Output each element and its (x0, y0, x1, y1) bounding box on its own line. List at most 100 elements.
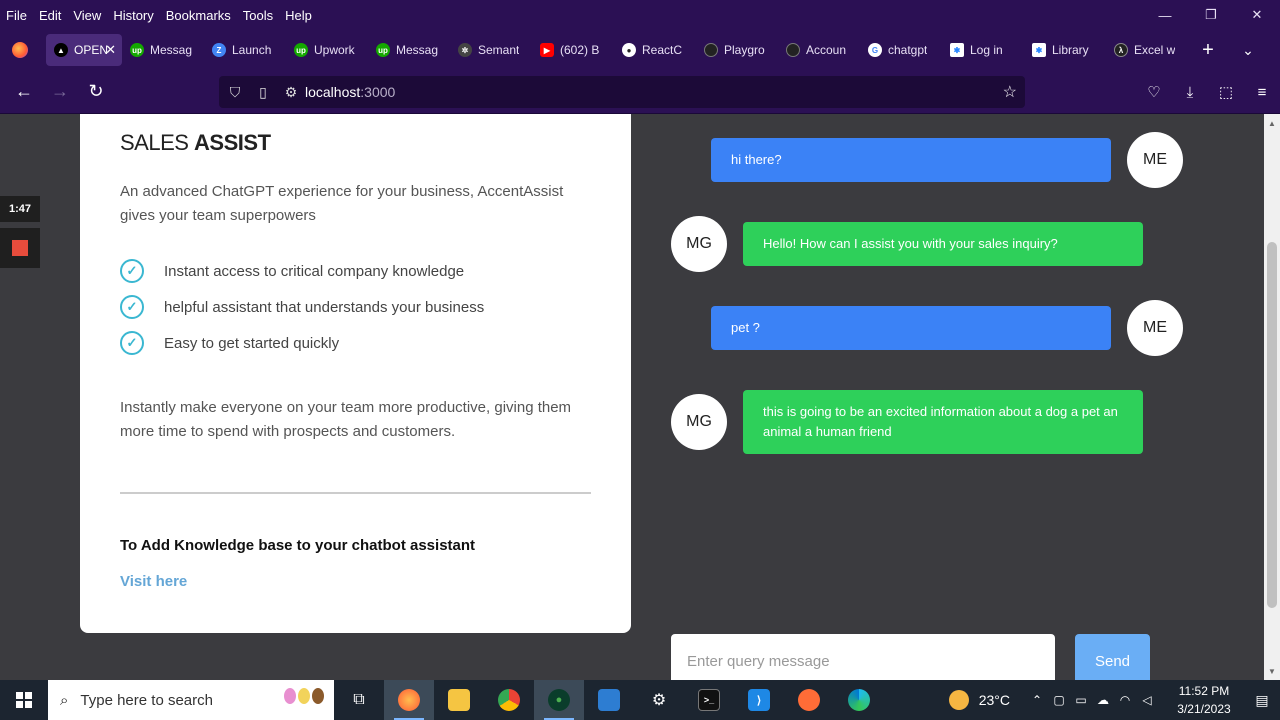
tab-label: Launch (232, 43, 272, 57)
forward-button[interactable]: → (42, 74, 78, 110)
tab-youtube[interactable]: ▶ (602) B (532, 34, 614, 66)
page-content: SALES ASSIST An advanced ChatGPT experie… (0, 114, 1264, 680)
tab-label: Library (1052, 43, 1089, 57)
chat-message-bot: this is going to be an excited informati… (743, 390, 1143, 454)
lambda-icon: λ (1114, 43, 1128, 57)
query-message-input[interactable] (671, 634, 1055, 680)
chat-message-bot: Hello! How can I assist you with your sa… (743, 222, 1143, 266)
zapier-icon: Z (212, 43, 226, 57)
volume-icon[interactable]: ◁ (1136, 693, 1158, 707)
settings-icon[interactable]: ⚙ (634, 680, 684, 720)
extensions-icon[interactable]: ⬚ (1208, 74, 1244, 110)
menu-file[interactable]: File (0, 8, 33, 23)
tab-label: Messag (150, 43, 193, 57)
taskbar-search[interactable]: ⌕ Type here to search (48, 680, 334, 720)
photos-icon[interactable] (584, 680, 634, 720)
tab-upwork[interactable]: up Upwork (286, 34, 368, 66)
firefox-taskbar-icon[interactable] (384, 680, 434, 720)
tab-reactc[interactable]: ● ReactC (614, 34, 696, 66)
wifi-icon[interactable]: ◠ (1114, 693, 1136, 707)
page-title: SALES ASSIST (120, 130, 271, 156)
mongodb-compass-icon[interactable]: ● (534, 680, 584, 720)
tab-semantic[interactable]: ✲ Semant (450, 34, 532, 66)
divider (120, 492, 591, 494)
battery-icon[interactable]: ▭ (1070, 693, 1092, 707)
feature-item: ✓ Instant access to critical company kno… (120, 259, 464, 283)
back-button[interactable]: ← (6, 74, 42, 110)
card-description-2: Instantly make everyone on your team mor… (120, 399, 572, 440)
tab-playground[interactable]: Playgro (696, 34, 778, 66)
start-button[interactable] (0, 680, 48, 720)
title-light: SALES (120, 130, 195, 155)
tab-excel[interactable]: λ Excel w (1106, 34, 1188, 66)
tab-label: Playgro (724, 43, 765, 57)
menu-help[interactable]: Help (279, 8, 318, 23)
notifications-icon[interactable]: ▤ (1244, 680, 1280, 720)
page-icon[interactable]: ▯ (249, 84, 277, 101)
shield-icon[interactable]: ⛉ (221, 84, 249, 101)
clock[interactable]: 11:52 PM 3/21/2023 (1164, 682, 1244, 718)
menu-history[interactable]: History (107, 8, 159, 23)
tab-chatgpt[interactable]: G chatgpt (860, 34, 942, 66)
menu-tools[interactable]: Tools (237, 8, 279, 23)
edge-icon[interactable] (834, 680, 884, 720)
recording-timer: 1:47 (0, 196, 40, 222)
tab-messages-2[interactable]: up Messag (368, 34, 450, 66)
check-circle-icon: ✓ (120, 259, 144, 283)
onedrive-icon[interactable]: ☁ (1092, 693, 1114, 707)
menu-view[interactable]: View (67, 8, 107, 23)
knowledge-base-title: To Add Knowledge base to your chatbot as… (120, 537, 476, 554)
youtube-icon: ▶ (540, 43, 554, 57)
feature-item: ✓ Easy to get started quickly (120, 331, 339, 355)
openai-icon (704, 43, 718, 57)
send-button[interactable]: Send (1075, 634, 1150, 680)
url-bar[interactable]: ⛉ ▯ ⚙ localhost:3000 ☆ (219, 76, 1025, 108)
weather-widget[interactable]: 23°C (948, 690, 1010, 710)
tab-messages-1[interactable]: up Messag (122, 34, 204, 66)
new-tab-button[interactable]: + (1188, 30, 1228, 70)
tab-label: (602) B (560, 43, 600, 57)
menu-bookmarks[interactable]: Bookmarks (160, 8, 237, 23)
search-icon: ⌕ (60, 691, 69, 709)
toolbar-right: ♡ ⤓ ⬚ ≡ (1136, 70, 1280, 114)
navigation-bar: ← → ↻ ⛉ ▯ ⚙ localhost:3000 ☆ ♡ ⤓ ⬚ ≡ (0, 70, 1280, 114)
reload-button[interactable]: ↻ (78, 74, 114, 110)
list-all-tabs-icon[interactable]: ⌄ (1228, 30, 1268, 70)
visit-here-link[interactable]: Visit here (120, 573, 187, 590)
bookmark-star-icon[interactable]: ☆ (1003, 82, 1017, 102)
menu-edit[interactable]: Edit (33, 8, 67, 23)
downloads-icon[interactable]: ⤓ (1172, 74, 1208, 110)
confluence-icon: ✱ (1032, 43, 1046, 57)
scroll-down-icon[interactable]: ▼ (1264, 664, 1280, 678)
menu-items: File Edit View History Bookmarks Tools H… (0, 8, 318, 23)
pocket-icon[interactable]: ♡ (1136, 74, 1172, 110)
device-icon[interactable]: ▢ (1048, 693, 1070, 707)
firefox-icon[interactable] (0, 30, 40, 70)
terminal-icon[interactable]: >_ (684, 680, 734, 720)
page-scrollbar[interactable]: ▲ ▼ (1264, 114, 1280, 680)
tab-library[interactable]: ✱ Library (1024, 34, 1106, 66)
file-explorer-icon[interactable] (434, 680, 484, 720)
confluence-icon: ✱ (950, 43, 964, 57)
close-window-button[interactable]: ✕ (1234, 0, 1280, 30)
stop-recording-button[interactable] (0, 228, 40, 268)
tab-login[interactable]: ✱ Log in (942, 34, 1024, 66)
chrome-icon[interactable] (484, 680, 534, 720)
tab-account[interactable]: Accoun (778, 34, 860, 66)
vscode-icon[interactable]: ⟩ (734, 680, 784, 720)
postman-icon[interactable] (784, 680, 834, 720)
tab-openai[interactable]: ▲ OPEN ✕ (46, 34, 122, 66)
show-hidden-icons-icon[interactable]: ⌃ (1026, 693, 1048, 707)
upwork-icon: up (130, 43, 144, 57)
tab-label: Log in (970, 43, 1003, 57)
tab-launch[interactable]: Z Launch (204, 34, 286, 66)
minimize-button[interactable]: — (1142, 0, 1188, 30)
scroll-up-icon[interactable]: ▲ (1264, 116, 1280, 130)
upwork-icon: up (294, 43, 308, 57)
restore-button[interactable]: ❐ (1188, 0, 1234, 30)
hamburger-menu-icon[interactable]: ≡ (1244, 74, 1280, 110)
close-tab-icon[interactable]: ✕ (105, 42, 116, 58)
permissions-icon[interactable]: ⚙ (277, 84, 305, 101)
scrollbar-thumb[interactable] (1267, 242, 1277, 608)
task-view-icon[interactable]: ⧉ (334, 680, 384, 720)
